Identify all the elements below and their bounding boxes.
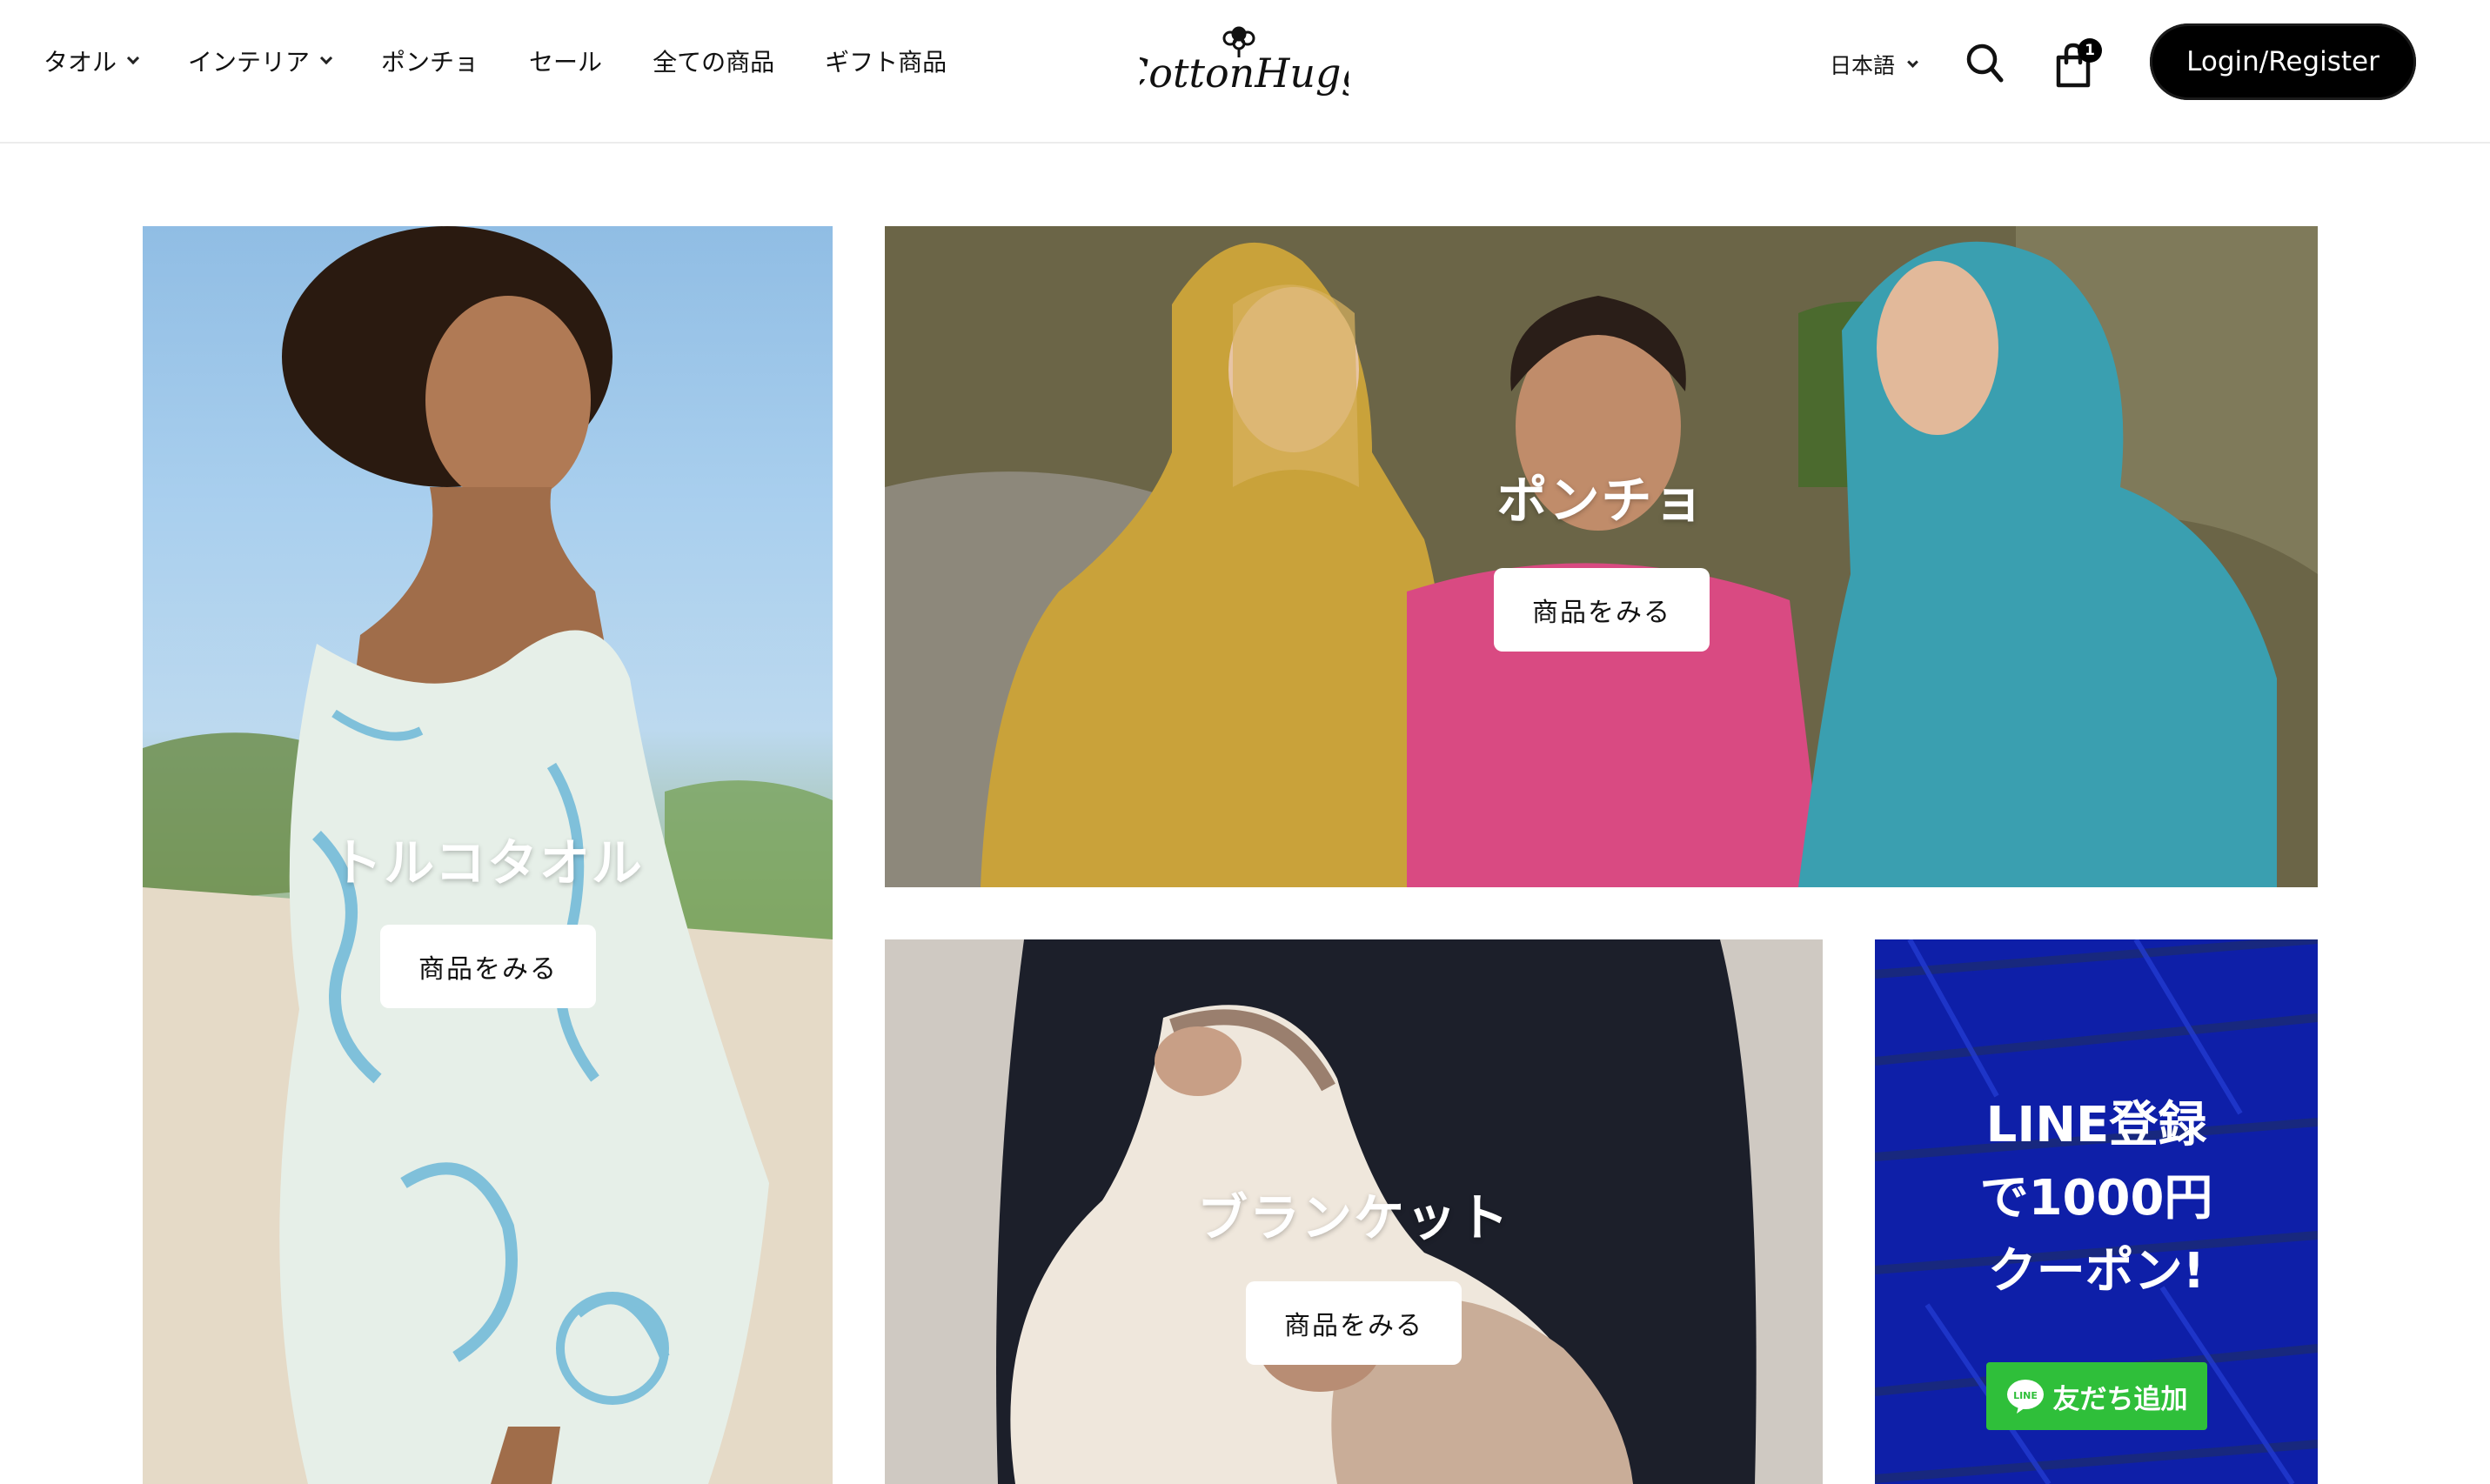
cart-button[interactable]: 1 (2053, 38, 2105, 90)
nav-item-interior[interactable]: インテリア (188, 43, 333, 78)
main-nav: タオル インテリア ポンチョ セール 全ての商品 ギフト商品 (44, 43, 947, 78)
view-products-button[interactable]: 商品をみる (380, 925, 596, 1008)
add-friend-label: 友だち追加 (2052, 1383, 2188, 1415)
category-tile-blanket[interactable]: ブランケット 商品をみる (885, 939, 1823, 1484)
svg-text:LINE: LINE (2013, 1390, 2038, 1401)
chevron-down-icon (319, 51, 333, 65)
nav-item-sale[interactable]: セール (529, 43, 602, 78)
site-logo[interactable]: CottonHugg (1118, 19, 1367, 106)
site-header: タオル インテリア ポンチョ セール 全ての商品 ギフト商品 ottonHug … (0, 0, 2490, 144)
search-icon (1966, 43, 2004, 83)
cotton-flower-icon: CottonHugg (1118, 26, 1367, 97)
language-label: 日本語 (1830, 53, 1896, 78)
line-promo-line-3: クーポン! (1987, 1243, 2206, 1300)
line-promo-line-1: LINE登録 (1985, 1097, 2207, 1153)
nav-item-towel[interactable]: タオル (44, 43, 140, 78)
line-logo-icon: LINE (2006, 1380, 2044, 1414)
nav-item-label: ギフト商品 (825, 48, 947, 77)
nav-item-label: ポンチョ (381, 48, 479, 77)
logo-text: CottonHugg (1140, 50, 1349, 97)
tile-title: ブランケット (1196, 1188, 1510, 1247)
view-products-button[interactable]: 商品をみる (1246, 1281, 1462, 1365)
line-promo-line-2: で1000円 (1979, 1170, 2213, 1227)
line-coupon-banner[interactable]: LINE登録 で1000円 クーポン! LINE 友だち追加 (1875, 939, 2318, 1484)
nav-item-gift[interactable]: ギフト商品 (825, 43, 947, 78)
tile-title: ポンチョ (1496, 471, 1706, 530)
category-tile-towel[interactable]: トルコタオル 商品をみる (143, 226, 833, 1484)
chevron-down-icon (126, 51, 140, 65)
nav-item-label: セール (529, 48, 603, 77)
search-button[interactable] (1965, 42, 2006, 87)
nav-item-label: 全ての商品 (653, 48, 775, 77)
nav-item-all-products[interactable]: 全ての商品 (653, 43, 774, 78)
tile-title: トルコタオル (331, 833, 644, 892)
language-selector[interactable]: 日本語 (1830, 49, 1918, 80)
add-friend-button[interactable]: LINE 友だち追加 (1986, 1362, 2207, 1430)
nav-item-label: インテリア (188, 48, 311, 77)
view-products-button[interactable]: 商品をみる (1494, 568, 1710, 652)
category-tile-poncho[interactable]: ポンチョ 商品をみる (885, 226, 2318, 887)
login-register-button[interactable]: Login/Register (2150, 23, 2416, 100)
poncho-photo (885, 226, 2318, 887)
chevron-down-icon (1907, 56, 1918, 68)
cart-count-badge: 1 (2078, 38, 2102, 63)
nav-item-poncho[interactable]: ポンチョ (381, 43, 479, 78)
nav-item-label: タオル (44, 48, 117, 77)
